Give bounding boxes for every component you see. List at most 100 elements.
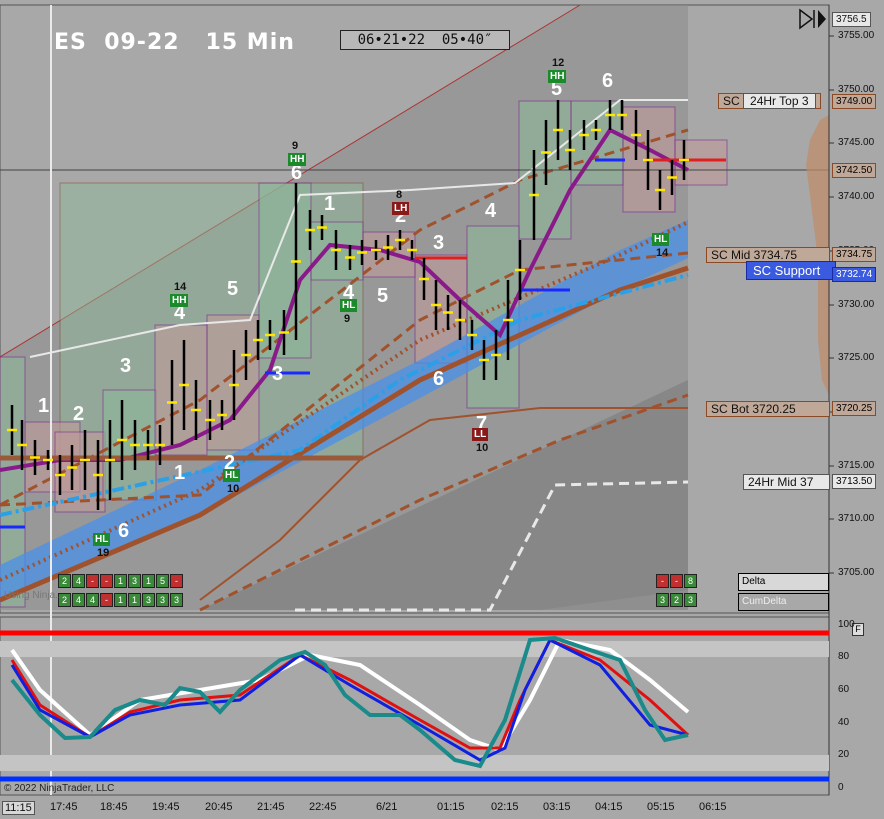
counter-cell: - [170, 574, 183, 588]
pivot-type-tag: HH [548, 70, 567, 83]
price-tick-label: 3715.00 [838, 460, 875, 471]
counter-cell: 8 [684, 574, 697, 588]
level-24hr-top-price: 3749.00 [832, 94, 877, 109]
price-tick-label: 3710.00 [838, 513, 875, 524]
time-tick-label: 21:45 [257, 801, 285, 813]
time-tick-label: 6/21 [376, 801, 398, 813]
pivot-count-label: 8 [396, 189, 403, 201]
wave-number-label: 3 [272, 363, 284, 385]
level-sc-mid-price: 3734.75 [832, 247, 877, 262]
counter-cell: 1 [114, 593, 127, 607]
time-tick-label: 04:15 [595, 801, 623, 813]
counter-cell: 5 [156, 574, 169, 588]
watermark-text: Using Ninja... [4, 590, 64, 601]
pivot-count-label: 12 [552, 57, 565, 69]
wave-number-label: 2 [73, 403, 85, 425]
current-price-tag: 3742.50 [832, 163, 877, 178]
indicator-tick-label: 100 [838, 619, 855, 630]
counter-cell: - [100, 574, 113, 588]
time-tick-label: 19:45 [152, 801, 180, 813]
wave-number-label: 3 [433, 232, 445, 254]
time-tick-label: 05:15 [647, 801, 675, 813]
level-sc-support-price: 3732.74 [832, 267, 877, 282]
price-tick-label: 3705.00 [838, 567, 875, 578]
counter-cell: 3 [142, 593, 155, 607]
pivot-count-label: 9 [344, 313, 351, 325]
counter-cell: 3 [170, 593, 183, 607]
time-tick-label: 02:15 [491, 801, 519, 813]
time-tick-label: 06:15 [699, 801, 727, 813]
counter-row-1: 24--1315- [58, 574, 183, 588]
time-tick-label: 01:15 [437, 801, 465, 813]
time-tick-label: 22:45 [309, 801, 337, 813]
counter-cell: 1 [142, 574, 155, 588]
level-24hr-top: SC 24Hr Top 3 [718, 93, 821, 109]
level-sc-bot-price: 3720.25 [832, 401, 877, 416]
counter-cell: 3 [684, 593, 697, 607]
pivot-count-label: 14 [174, 281, 187, 293]
pivot-type-tag: LH [392, 202, 410, 215]
price-tick-label: 3745.00 [838, 137, 875, 148]
pivot-type-tag: HL [652, 233, 670, 246]
wave-number-label: 5 [227, 278, 239, 300]
level-right-label: 24Hr Top 3 [743, 93, 816, 109]
pivot-count-label: 10 [227, 483, 240, 495]
pivot-type-tag: HL [93, 533, 111, 546]
counter-row-right-2: 323 [656, 593, 697, 607]
level-sc-bot: SC Bot 3720.25 [706, 401, 830, 417]
level-left-label: SC [723, 94, 740, 108]
price-tick-label: 3740.00 [838, 191, 875, 202]
wave-number-label: 6 [118, 520, 130, 542]
wave-number-label: 5 [377, 285, 389, 307]
pivot-type-tag: HL [223, 469, 241, 482]
pivot-count-label: 10 [476, 442, 489, 454]
time-tick-label: 11:15 [2, 801, 35, 815]
counter-cell: - [670, 574, 683, 588]
pivot-count-label: 9 [292, 140, 299, 152]
price-tick-label: 3755.00 [838, 30, 875, 41]
wave-number-label: 1 [174, 462, 186, 484]
counter-cell: 3 [156, 593, 169, 607]
cumdelta-indicator-button[interactable]: CumDelta [738, 593, 829, 611]
counter-cell: 4 [86, 593, 99, 607]
price-tick-label: 3725.00 [838, 352, 875, 363]
swing-box [570, 100, 624, 186]
counter-row-2: 244-11333 [58, 593, 183, 607]
wave-number-label: 4 [485, 200, 497, 222]
overbought-zone [0, 641, 829, 657]
time-tick-label: 03:15 [543, 801, 571, 813]
counter-cell: 3 [128, 574, 141, 588]
counter-cell: 1 [128, 593, 141, 607]
top-price-tag: 3756.5 [832, 12, 871, 27]
wave-number-label: 1 [38, 395, 50, 417]
level-24hr-mid-price: 3713.50 [832, 474, 877, 489]
counter-cell: 4 [72, 593, 85, 607]
indicator-tick-label: 40 [838, 717, 850, 728]
pivot-count-label: 14 [656, 247, 669, 259]
wave-number-label: 6 [602, 70, 614, 92]
pivot-type-tag: HL [340, 299, 358, 312]
pivot-count-label: 19 [97, 547, 110, 559]
level-24hr-mid: 24Hr Mid 37 [743, 474, 830, 490]
wave-number-label: 6 [433, 368, 445, 390]
wave-number-label: 3 [120, 355, 132, 377]
indicator-tick-label: 20 [838, 749, 850, 760]
pivot-type-tag: LL [472, 428, 489, 441]
counter-cell: 1 [114, 574, 127, 588]
indicator-tick-label: 80 [838, 651, 850, 662]
level-sc-support: SC Support [746, 261, 836, 280]
indicator-tick-label: 0 [838, 782, 844, 793]
counter-cell: 4 [72, 574, 85, 588]
counter-cell: 2 [670, 593, 683, 607]
price-tick-label: 3730.00 [838, 299, 875, 310]
counter-cell: 2 [58, 574, 71, 588]
counter-cell: - [656, 574, 669, 588]
counter-row-right-1: --8 [656, 574, 697, 588]
time-tick-label: 17:45 [50, 801, 78, 813]
counter-cell: 3 [656, 593, 669, 607]
oversold-zone [0, 755, 829, 771]
delta-indicator-button[interactable]: Delta [738, 573, 829, 591]
copyright-text: © 2022 NinjaTrader, LLC [4, 783, 115, 794]
countdown-clock: 06•21•22 05•40″ [340, 30, 510, 50]
indicator-tick-label: 60 [838, 684, 850, 695]
